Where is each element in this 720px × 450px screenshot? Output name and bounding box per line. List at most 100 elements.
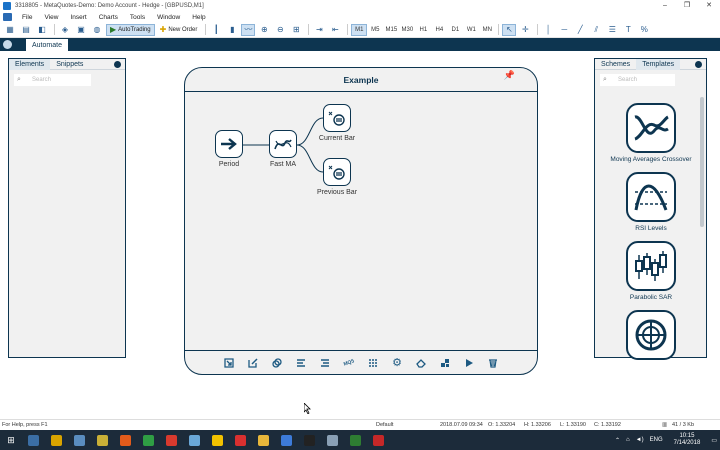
taskbar-app-icon[interactable] [206, 430, 229, 450]
taskbar-app-icon[interactable] [344, 430, 367, 450]
shapes-icon[interactable]: % [637, 24, 651, 36]
menu-window[interactable]: Window [151, 14, 186, 21]
horizontal-line-icon[interactable]: ─ [557, 24, 571, 36]
arrange-icon[interactable] [433, 354, 457, 372]
templates-search-input[interactable]: ⌕ Search [600, 74, 675, 86]
taskbar-app-icon[interactable] [22, 430, 45, 450]
network-icon[interactable]: ⌂ [626, 437, 630, 443]
panel-toggle-icon[interactable] [114, 61, 121, 68]
taskbar-app-icon[interactable] [160, 430, 183, 450]
tray-chevron-icon[interactable]: ⌃ [615, 437, 620, 444]
elements-search-input[interactable]: ⌕ Search [14, 74, 91, 86]
taskbar-app-icon[interactable] [321, 430, 344, 450]
auto-scroll-icon[interactable]: ⇥ [312, 24, 326, 36]
panel-toggle-icon[interactable] [695, 61, 702, 68]
taskbar-app-icon[interactable] [91, 430, 114, 450]
grid-icon[interactable] [361, 354, 385, 372]
arrow-right-icon [215, 130, 243, 158]
timeframe-m30[interactable]: M30 [399, 24, 415, 36]
node-current-bar[interactable]: Current Bar [313, 104, 361, 142]
tab-schemes[interactable]: Schemes [595, 59, 636, 70]
template-parabolic-sar[interactable]: Parabolic SAR [599, 241, 703, 301]
windows-start-icon[interactable]: ⊞ [0, 430, 22, 450]
line-chart-icon[interactable]: 〰 [241, 23, 256, 36]
crosshair-icon[interactable]: ✛ [518, 24, 532, 36]
tab-elements[interactable]: Elements [9, 58, 51, 70]
channel-icon[interactable]: ⫽ [589, 24, 603, 36]
fibonacci-icon[interactable]: ☰ [605, 24, 619, 36]
timeframe-h1[interactable]: H1 [415, 24, 431, 36]
menu-file[interactable]: File [16, 14, 38, 21]
eraser-icon[interactable] [409, 354, 433, 372]
ma-crossover-icon [626, 103, 676, 153]
export-icon[interactable] [217, 354, 241, 372]
notifications-icon[interactable]: ▭ [711, 437, 717, 444]
taskbar-app-icon[interactable] [183, 430, 206, 450]
timeframe-mn[interactable]: MN [479, 24, 495, 36]
zoom-in-icon[interactable]: ⊕ [257, 24, 271, 36]
status-datetime: 2018.07.09 09:34 [440, 422, 483, 428]
taskbar-app-icon[interactable] [298, 430, 321, 450]
new-order-icon: ✚ [159, 25, 167, 34]
bar-chart-icon[interactable]: ┃ [209, 24, 223, 36]
autotrading-button[interactable]: ▶ AutoTrading [106, 23, 155, 36]
taskbar-app-icon[interactable] [275, 430, 298, 450]
scheme-canvas[interactable]: Example 📌 Period Fast MA Current Bar Pre… [184, 67, 538, 375]
taskbar-app-icon[interactable] [229, 430, 252, 450]
node-fast-ma[interactable]: Fast MA [265, 130, 301, 168]
template-rsi-levels[interactable]: RSI Levels [599, 172, 703, 232]
mql5-icon[interactable]: MQ5 [335, 350, 364, 374]
timeframe-m15[interactable]: M15 [383, 24, 399, 36]
taskbar-app-icon[interactable] [68, 430, 91, 450]
text-tool-icon[interactable]: T [621, 24, 635, 36]
language-indicator[interactable]: ENG [650, 437, 663, 443]
autotrading-icon: ▶ [110, 25, 117, 34]
copy-icon[interactable] [265, 354, 289, 372]
taskbar-app-icon[interactable] [252, 430, 275, 450]
navigator-icon[interactable]: ◈ [58, 24, 72, 36]
menu-tools[interactable]: Tools [124, 14, 151, 21]
zoom-out-icon[interactable]: ⊖ [273, 24, 287, 36]
timeframe-h4[interactable]: H4 [431, 24, 447, 36]
timeframe-d1[interactable]: D1 [447, 24, 463, 36]
new-chart-icon[interactable]: ▦ [3, 24, 17, 36]
node-period[interactable]: Period [213, 130, 245, 168]
template-moving-averages-crossover[interactable]: Moving Averages Crossover [599, 103, 703, 163]
new-order-button[interactable]: ✚ New Order [157, 24, 201, 36]
menu-view[interactable]: View [38, 14, 64, 21]
tab-templates[interactable]: Templates [636, 58, 681, 70]
candlestick-icon[interactable]: ▮ [225, 24, 239, 36]
bar-icon [323, 104, 351, 132]
taskbar-app-icon[interactable] [114, 430, 137, 450]
edit-icon[interactable] [241, 354, 265, 372]
settings-icon[interactable]: ⚙ [385, 354, 409, 372]
strategy-tester-icon[interactable]: ◍ [90, 24, 104, 36]
run-icon[interactable] [457, 354, 481, 372]
align-left-icon[interactable] [289, 354, 313, 372]
chart-shift-icon[interactable]: ⇤ [328, 24, 342, 36]
tile-windows-icon[interactable]: ⊞ [289, 24, 303, 36]
cursor-icon[interactable]: ↖ [502, 23, 517, 36]
delete-icon[interactable] [481, 354, 505, 372]
menu-help[interactable]: Help [186, 14, 211, 21]
taskbar-app-icon[interactable] [45, 430, 68, 450]
tab-snippets[interactable]: Snippets [50, 59, 89, 70]
menu-charts[interactable]: Charts [93, 14, 124, 21]
node-previous-bar[interactable]: Previous Bar [311, 158, 363, 196]
profiles-icon[interactable]: ▤ [19, 24, 33, 36]
trendline-icon[interactable]: ╱ [573, 24, 587, 36]
align-right-icon[interactable] [313, 354, 337, 372]
timeframe-m1[interactable]: M1 [351, 23, 368, 36]
vertical-line-icon[interactable]: │ [541, 24, 555, 36]
template-roulette[interactable] [599, 310, 703, 363]
taskbar-app-icon[interactable] [137, 430, 160, 450]
toolbox-icon[interactable]: ▣ [74, 24, 88, 36]
timeframe-m5[interactable]: M5 [367, 24, 383, 36]
volume-icon[interactable]: ◄) [636, 437, 644, 443]
taskbar-clock[interactable]: 10:15 7/14/2018 [674, 433, 701, 447]
market-watch-icon[interactable]: ◧ [35, 24, 49, 36]
tab-automate[interactable]: Automate [26, 39, 68, 51]
timeframe-w1[interactable]: W1 [463, 24, 479, 36]
menu-insert[interactable]: Insert [64, 14, 92, 21]
taskbar-app-icon[interactable] [367, 430, 390, 450]
